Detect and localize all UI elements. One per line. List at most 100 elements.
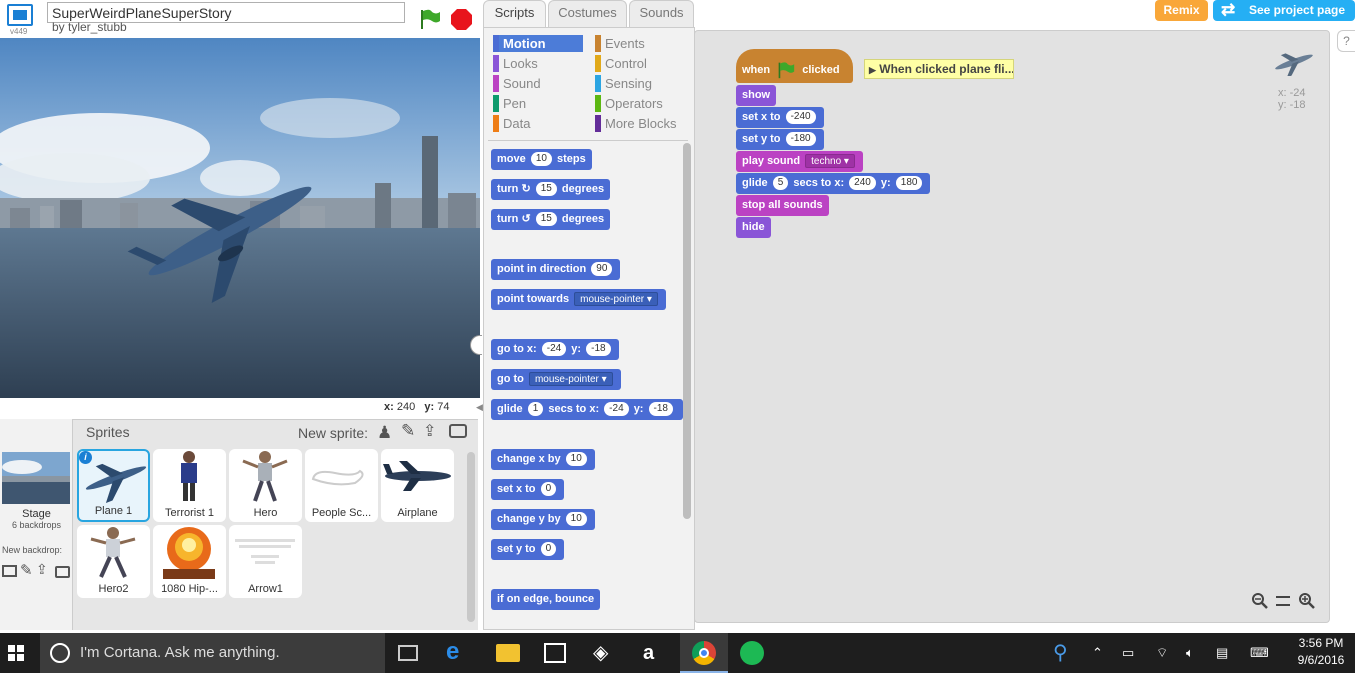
coord-y-value: 74: [437, 401, 450, 413]
block-set-y[interactable]: set y to 0: [491, 539, 565, 560]
tray-keyboard-icon[interactable]: ⌨: [1250, 645, 1269, 661]
category-pen[interactable]: Pen: [493, 95, 585, 112]
stage-canvas[interactable]: [0, 38, 480, 398]
sprite-thumb-hero2[interactable]: Hero2: [77, 525, 150, 598]
tab-costumes[interactable]: Costumes: [548, 0, 627, 27]
sprite-thumb-hero[interactable]: Hero: [229, 449, 302, 522]
script-block-set-x[interactable]: set x to -240: [736, 107, 824, 128]
cortana-icon: [50, 643, 70, 663]
palette-scrollbar[interactable]: [683, 143, 691, 519]
windows-start-icon[interactable]: [8, 645, 24, 661]
remix-button[interactable]: Remix: [1155, 0, 1208, 21]
block-point-towards[interactable]: point towards mouse-pointer ▾: [491, 289, 666, 310]
zoom-reset-icon[interactable]: [1276, 596, 1290, 606]
store-icon[interactable]: [544, 643, 566, 663]
green-flag-icon[interactable]: [418, 8, 442, 30]
stop-icon[interactable]: [451, 9, 472, 30]
backdrop-library-icon[interactable]: [2, 565, 17, 577]
tray-volume-icon[interactable]: 🔈︎: [1186, 645, 1194, 661]
clock-time[interactable]: 3:56 PM: [1296, 636, 1346, 650]
category-motion[interactable]: Motion: [493, 35, 583, 52]
block-glide[interactable]: glide 1 secs to x: -24 y: -18: [491, 399, 683, 420]
block-go-to[interactable]: go to mouse-pointer ▾: [491, 369, 621, 390]
see-project-page-button[interactable]: ⇄ See project page: [1213, 0, 1355, 21]
current-sprite-preview: [1272, 48, 1317, 78]
script-block-show[interactable]: show: [736, 85, 777, 106]
upload-icon[interactable]: ⇪: [423, 421, 436, 441]
tray-network-icon[interactable]: ⚲: [1053, 641, 1077, 665]
sprite-name: Terrorist 1: [165, 507, 214, 519]
category-operators[interactable]: Operators: [595, 95, 687, 112]
tab-scripts[interactable]: Scripts: [483, 0, 546, 28]
script-block-stop-all-sounds[interactable]: stop all sounds: [736, 195, 829, 216]
category-sensing[interactable]: Sensing: [595, 75, 687, 92]
cortana-search-box[interactable]: I'm Cortana. Ask me anything.: [40, 633, 385, 673]
backdrop-paint-icon[interactable]: ✎: [20, 561, 33, 579]
sprite-thumb-terrorist-1[interactable]: Terrorist 1: [153, 449, 226, 522]
script-block-set-y[interactable]: set y to -180: [736, 129, 824, 150]
chrome-icon[interactable]: [692, 641, 716, 665]
block-set-x[interactable]: set x to 0: [491, 479, 565, 500]
stage-thumbnail[interactable]: [2, 452, 70, 504]
sprite-thumb-arrow1[interactable]: Arrow1: [229, 525, 302, 598]
tray-battery-icon[interactable]: ▭: [1122, 645, 1134, 661]
block-if-on-edge-bounce[interactable]: if on edge, bounce: [491, 589, 601, 610]
paint-sprite-icon[interactable]: ♟: [377, 423, 392, 443]
block-turn-ccw[interactable]: turn ↺ 15 degrees: [491, 209, 611, 230]
zoom-in-icon[interactable]: [1298, 592, 1316, 610]
category-more-blocks[interactable]: More Blocks: [595, 115, 687, 132]
sprite-name: People Sc...: [311, 507, 372, 519]
block-point-in-direction[interactable]: point in direction 90: [491, 259, 621, 280]
spotify-icon[interactable]: [740, 641, 764, 665]
script-block-play-sound[interactable]: play sound techno ▾: [736, 151, 863, 172]
zoom-out-icon[interactable]: [1251, 592, 1269, 610]
category-looks[interactable]: Looks: [493, 55, 585, 72]
info-icon[interactable]: i: [79, 451, 92, 464]
category-data[interactable]: Data: [493, 115, 585, 132]
tray-wifi-icon[interactable]: ⌔: [1156, 645, 1168, 661]
tray-chevron-icon[interactable]: ⌃: [1092, 645, 1103, 661]
category-events[interactable]: Events: [595, 35, 687, 52]
block-move-steps[interactable]: move 10 steps: [491, 149, 592, 170]
sprite-name: Airplane: [397, 507, 438, 519]
sprite-name: Hero: [253, 507, 278, 519]
amazon-icon[interactable]: a: [643, 641, 667, 665]
green-flag-icon: [778, 62, 795, 79]
brush-icon[interactable]: ✎: [401, 421, 415, 441]
sprites-scrollbar[interactable]: [467, 452, 475, 622]
sprite-name: Hero2: [98, 583, 129, 595]
backdrop-upload-icon[interactable]: ⇪: [36, 561, 48, 578]
script-hat-when-flag-clicked[interactable]: when clicked: [736, 49, 853, 83]
task-view-icon[interactable]: [398, 645, 418, 661]
category-sound[interactable]: Sound: [493, 75, 585, 92]
dropbox-icon[interactable]: ◈: [593, 641, 617, 665]
block-change-y[interactable]: change y by 10: [491, 509, 595, 530]
tab-sounds[interactable]: Sounds: [629, 0, 694, 27]
sprite-thumb-airplane[interactable]: Airplane: [381, 449, 454, 522]
block-go-to-xy[interactable]: go to x: -24 y: -18: [491, 339, 619, 360]
script-comment[interactable]: ▶ When clicked plane fli...: [864, 59, 1014, 79]
coord-y-label: y:: [424, 401, 435, 413]
sprite-thumb-plane-1[interactable]: i Plane 1: [77, 449, 150, 522]
help-icon[interactable]: ?: [1337, 30, 1355, 52]
block-change-x[interactable]: change x by 10: [491, 449, 595, 470]
script-block-hide[interactable]: hide: [736, 217, 771, 238]
stage-label: Stage: [22, 508, 51, 520]
remix-arrows-icon: ⇄: [1221, 0, 1236, 19]
sprite-thumb-1080-hip[interactable]: 1080 Hip-...: [153, 525, 226, 598]
block-turn-cw[interactable]: turn ↻ 15 degrees: [491, 179, 611, 200]
collapse-arrow-icon[interactable]: ◀: [476, 402, 483, 413]
sprite-name: Arrow1: [248, 583, 283, 595]
sprite-name: Plane 1: [94, 505, 133, 517]
script-block-glide[interactable]: glide 5 secs to x: 240 y: 180: [736, 173, 931, 194]
edge-browser-icon[interactable]: e: [446, 640, 470, 665]
sprite-thumb-people-sc[interactable]: People Sc...: [305, 449, 378, 522]
file-explorer-icon[interactable]: [496, 644, 520, 662]
clock-date[interactable]: 9/6/2016: [1296, 653, 1346, 667]
camera-icon[interactable]: [449, 424, 467, 438]
tray-notes-icon[interactable]: ▤: [1216, 645, 1228, 661]
fullscreen-icon[interactable]: [7, 4, 33, 26]
backdrop-camera-icon[interactable]: [55, 566, 70, 578]
category-control[interactable]: Control: [595, 55, 687, 72]
expand-arrow-icon[interactable]: ▶: [869, 65, 876, 75]
